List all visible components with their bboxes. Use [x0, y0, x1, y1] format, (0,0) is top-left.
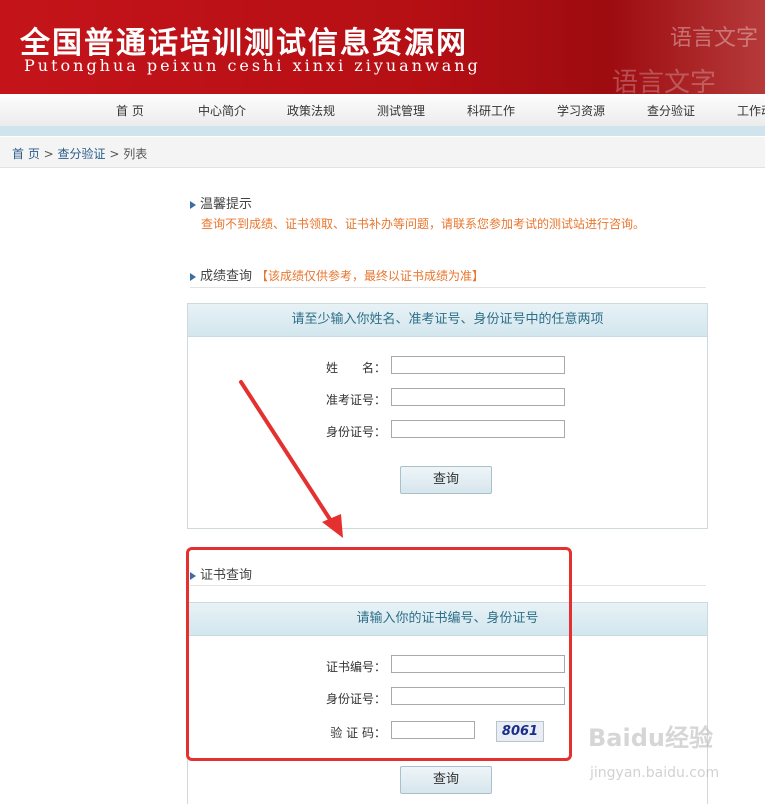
baidu-watermark-logo: Baidu经验 [588, 724, 713, 752]
baidu-watermark-url: jingyan.baidu.com [590, 765, 720, 781]
annotation-highlight-box [186, 547, 572, 761]
